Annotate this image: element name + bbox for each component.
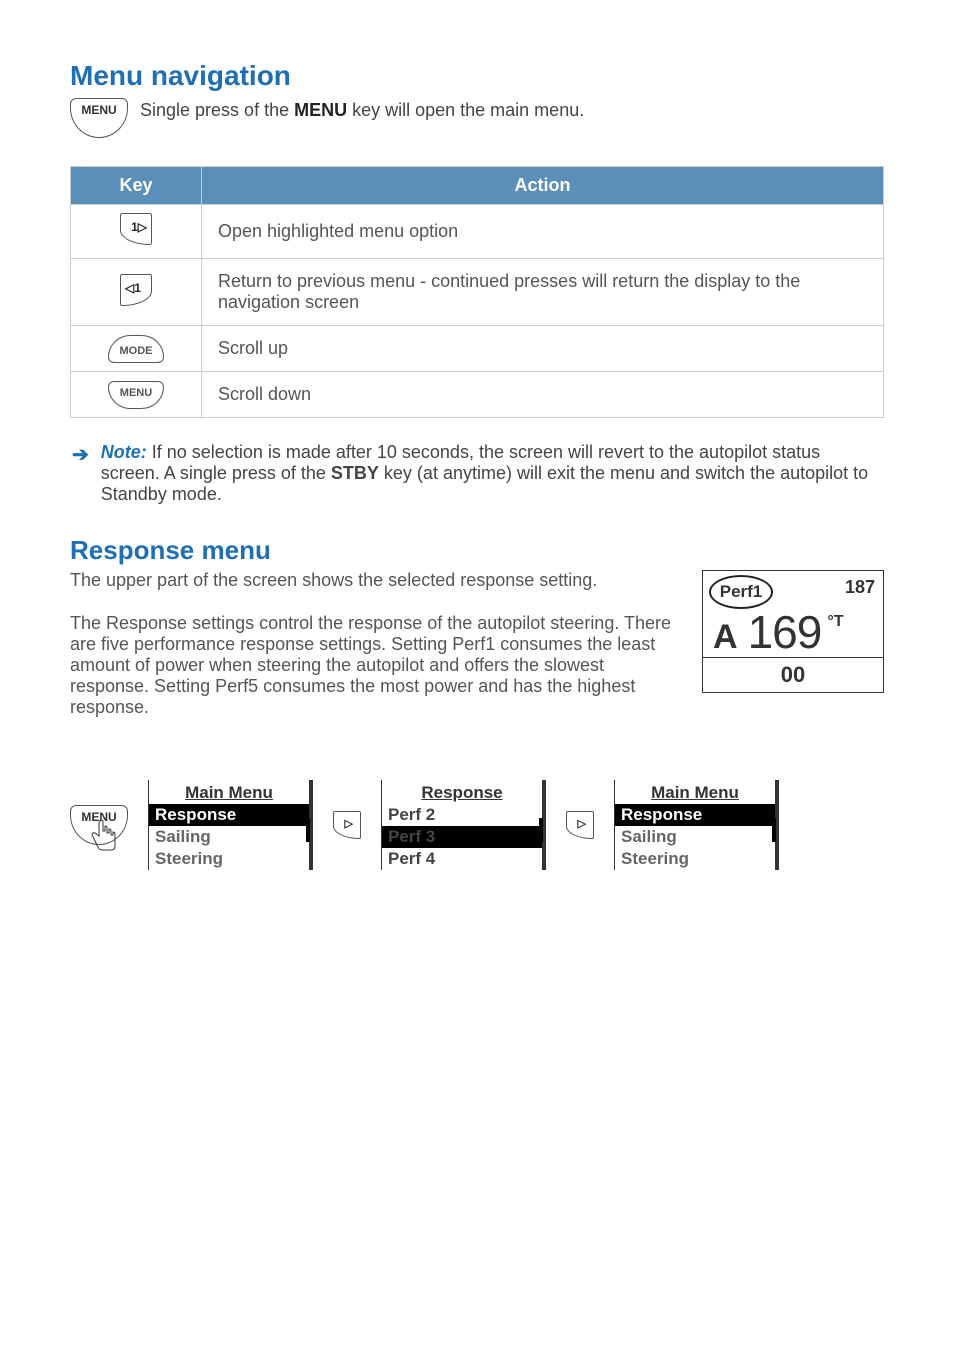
lcd-item: Perf 4 (382, 848, 542, 870)
menu-key-icon: MENU (70, 98, 128, 138)
right-key-icon (120, 213, 152, 245)
lcd-item: Steering (149, 848, 309, 870)
pilot-mode-letter: A (713, 620, 738, 654)
action-cell: Return to previous menu - continued pres… (202, 259, 884, 326)
right-key-icon (333, 811, 361, 839)
table-row: Open highlighted menu option (71, 205, 884, 259)
intro-key-bold: MENU (294, 100, 347, 120)
note-text: Note: If no selection is made after 10 s… (101, 442, 884, 505)
table-row: Return to previous menu - continued pres… (71, 259, 884, 326)
note-block: ➔ Note: If no selection is made after 10… (70, 442, 884, 505)
hand-icon (89, 820, 119, 854)
menu-key-label: MENU (81, 103, 116, 117)
heading-response-menu: Response menu (70, 535, 884, 566)
arrow-right-icon: ➔ (70, 442, 89, 505)
lcd-item: Sailing (149, 826, 309, 848)
action-cell: Open highlighted menu option (202, 205, 884, 259)
key-action-table: Key Action Open highlighted menu option … (70, 166, 884, 418)
intro-row: MENU Single press of the MENU key will o… (70, 98, 884, 138)
table-row: MENU Scroll down (71, 372, 884, 418)
lcd-title: Main Menu (615, 780, 775, 804)
mode-key-icon: MODE (108, 335, 164, 363)
left-key-icon (120, 274, 152, 306)
heading-menu-navigation: Menu navigation (70, 60, 884, 92)
response-text: The upper part of the screen shows the s… (70, 570, 678, 740)
right-key-icon (566, 811, 594, 839)
lcd-item: Sailing (615, 826, 775, 848)
lcd-title: Main Menu (149, 780, 309, 804)
response-row: The upper part of the screen shows the s… (70, 570, 884, 740)
action-cell: Scroll up (202, 326, 884, 372)
lcd-item: Perf 2 (382, 804, 542, 826)
lcd-response: Response Perf 2 Perf 3 Perf 4 (381, 780, 546, 870)
table-row: MODE Scroll up (71, 326, 884, 372)
lcd-item-selected: Response (149, 804, 309, 826)
perf-badge: Perf1 (709, 575, 773, 609)
lcd-main-menu-2: Main Menu Response Sailing Steering (614, 780, 779, 870)
intro-text: Single press of the MENU key will open t… (140, 98, 584, 121)
intro-pre: Single press of the (140, 100, 294, 120)
lcd-title: Response (382, 780, 542, 804)
pilot-topnum: 187 (845, 575, 875, 609)
th-key: Key (71, 167, 202, 205)
note-stby: STBY (331, 463, 379, 483)
menu-key-small-icon: MENU (108, 381, 164, 409)
lcd-item-selected: Response (615, 804, 775, 826)
action-cell: Scroll down (202, 372, 884, 418)
pilot-unit: °T (827, 613, 843, 631)
th-action: Action (202, 167, 884, 205)
lcd-item: Steering (615, 848, 775, 870)
response-p1: The upper part of the screen shows the s… (70, 570, 678, 591)
menu-key-press-icon: MENU (70, 805, 128, 845)
menu-flow: MENU Main Menu Response Sailing Steering… (70, 780, 884, 870)
pilot-heading: 169 (748, 609, 822, 655)
intro-post: key will open the main menu. (347, 100, 584, 120)
pilot-bottom: 00 (703, 657, 883, 692)
response-p2: The Response settings control the respon… (70, 613, 678, 718)
note-label: Note: (101, 442, 147, 462)
lcd-main-menu-1: Main Menu Response Sailing Steering (148, 780, 313, 870)
lcd-item-selected: Perf 3 (382, 826, 542, 848)
pilot-display: Perf1 187 A 169 °T 00 (702, 570, 884, 693)
